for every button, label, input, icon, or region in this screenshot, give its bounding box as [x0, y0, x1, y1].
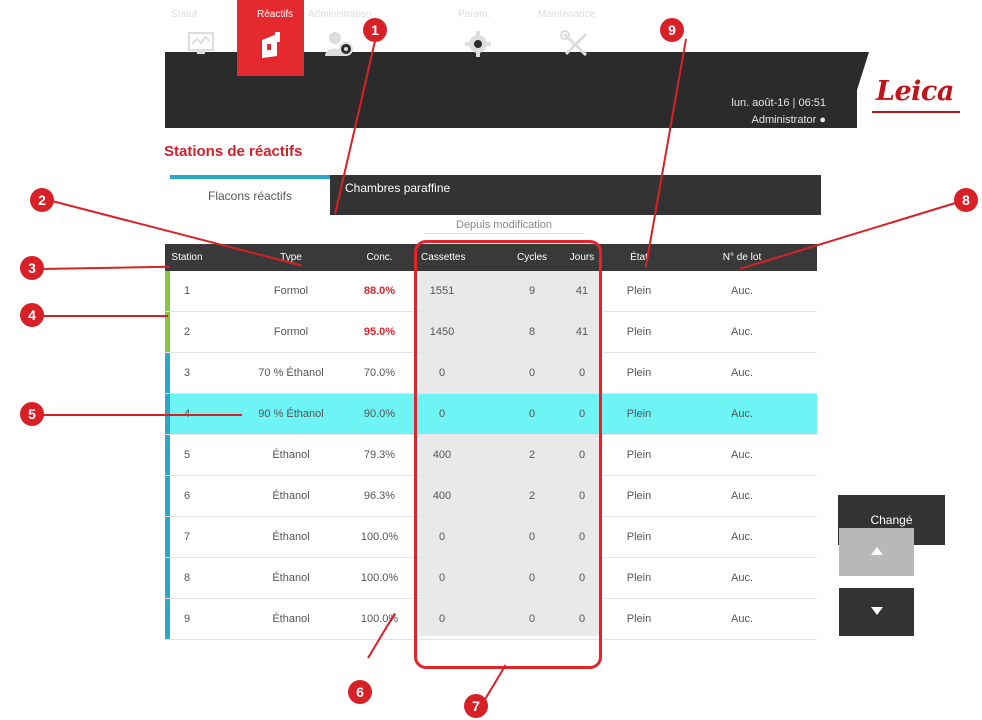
callout-leader-4	[42, 315, 168, 317]
reagent-stations-screen: Statut Réactifs Administration Param. Ma…	[0, 0, 982, 720]
tab-flacons-reactifs[interactable]: Flacons réactifs	[170, 175, 330, 215]
date-time: lun. août-16 | 06:51	[731, 97, 826, 109]
callout-leader-5	[42, 414, 242, 416]
cell-etat: Plein	[626, 613, 652, 625]
callout-6: 6	[348, 680, 372, 704]
cell-station: 1	[183, 285, 191, 297]
cell-station: 6	[183, 490, 191, 502]
nav-label: Param.	[458, 9, 491, 20]
cell-station: 7	[183, 531, 191, 543]
cell-station: 3	[183, 367, 191, 379]
nav-label: Administration	[308, 9, 372, 20]
tab-bar: Flacons réactifs Chambres paraffine	[170, 175, 821, 215]
callout-8: 8	[954, 188, 978, 212]
cell-type: Formol	[273, 285, 309, 297]
callout-4: 4	[20, 303, 44, 327]
cell-station: 2	[183, 326, 191, 338]
cell-type: 90 % Éthanol	[258, 408, 324, 420]
nav-label: Maintenance	[538, 9, 596, 20]
col-etat[interactable]: État	[619, 244, 659, 271]
cell-lot: Auc.	[730, 531, 753, 543]
cell-type: 70 % Éthanol	[258, 367, 324, 379]
cell-type: Éthanol	[272, 572, 310, 584]
callout-leader-7	[483, 664, 507, 702]
cell-conc: 100.0%	[360, 572, 399, 584]
callout-2: 2	[30, 188, 54, 212]
arrow-up-icon	[870, 543, 884, 561]
nav-label: Statut	[171, 9, 198, 20]
callout-5: 5	[20, 402, 44, 426]
since-change-highlight	[414, 240, 602, 669]
cell-etat: Plein	[626, 326, 652, 338]
cell-type: Éthanol	[272, 490, 310, 502]
cell-etat: Plein	[626, 531, 652, 543]
cell-conc: 100.0%	[360, 531, 399, 543]
cell-lot: Auc.	[730, 490, 753, 502]
nav-label: Réactifs	[257, 9, 294, 20]
since-change-header: Depuis modification	[424, 219, 584, 234]
cell-conc: 79.3%	[363, 449, 396, 461]
tools-icon	[530, 30, 620, 58]
col-conc[interactable]: Conc.	[357, 244, 402, 271]
callout-1: 1	[363, 18, 387, 42]
nav-tab-param[interactable]: Param.	[448, 0, 508, 76]
page-title: Stations de réactifs	[164, 143, 303, 160]
cell-conc: 88.0%	[363, 285, 396, 297]
callout-leader-3	[39, 265, 170, 270]
cell-lot: Auc.	[730, 408, 753, 420]
cell-etat: Plein	[626, 572, 652, 584]
scroll-up-button[interactable]	[839, 528, 914, 576]
cell-etat: Plein	[626, 408, 652, 420]
gear-icon	[448, 30, 508, 58]
user-icon[interactable]: ●	[819, 114, 826, 126]
cell-conc: 100.0%	[360, 613, 399, 625]
cell-conc: 96.3%	[363, 490, 396, 502]
cell-etat: Plein	[626, 285, 652, 297]
leica-logo: Leica	[876, 76, 954, 107]
cell-lot: Auc.	[730, 326, 753, 338]
user-gear-icon	[244, 30, 434, 58]
cell-conc: 95.0%	[363, 326, 396, 338]
scroll-down-button[interactable]	[839, 588, 914, 636]
tab-chambres-paraffine[interactable]: Chambres paraffine	[345, 175, 450, 215]
cell-conc: 90.0%	[363, 408, 396, 420]
cell-type: Éthanol	[272, 613, 310, 625]
cell-lot: Auc.	[730, 572, 753, 584]
user-name: Administrator	[751, 114, 817, 126]
cell-etat: Plein	[626, 449, 652, 461]
cell-lot: Auc.	[730, 285, 753, 297]
monitor-icon	[165, 30, 237, 56]
cell-type: Éthanol	[272, 531, 310, 543]
cell-station: 9	[183, 613, 191, 625]
callout-7: 7	[464, 694, 488, 718]
cell-lot: Auc.	[730, 613, 753, 625]
session-info: lun. août-16 | 06:51 Administrator ●	[706, 95, 826, 129]
cell-type: Éthanol	[272, 449, 310, 461]
col-station[interactable]: Station	[165, 244, 209, 271]
cell-etat: Plein	[626, 490, 652, 502]
cell-lot: Auc.	[730, 449, 753, 461]
arrow-down-icon	[870, 603, 884, 621]
nav-tab-statut[interactable]: Statut	[165, 0, 237, 76]
cell-station: 5	[183, 449, 191, 461]
cell-lot: Auc.	[730, 367, 753, 379]
cell-station: 8	[183, 572, 191, 584]
callout-3: 3	[20, 256, 44, 280]
cell-type: Formol	[273, 326, 309, 338]
callout-9: 9	[660, 18, 684, 42]
cell-etat: Plein	[626, 367, 652, 379]
logo-underline	[872, 111, 960, 113]
nav-tab-maintenance[interactable]: Maintenance	[530, 0, 620, 76]
cell-conc: 70.0%	[363, 367, 396, 379]
